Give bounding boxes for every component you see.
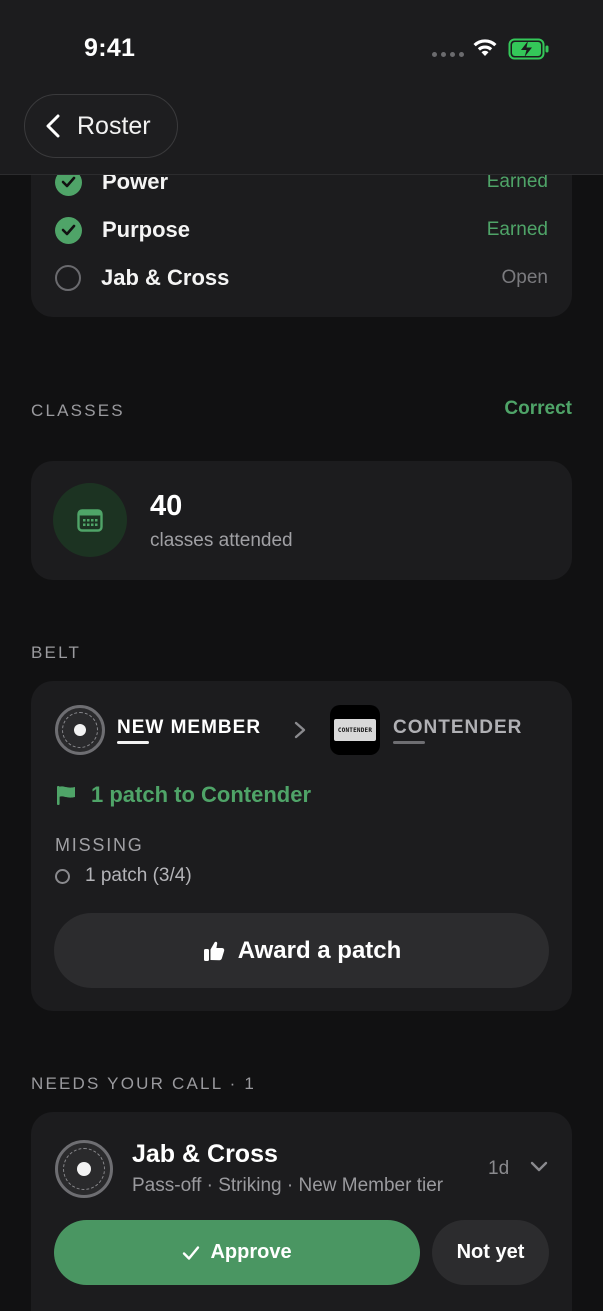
status-time: 9:41 [84, 34, 136, 62]
approve-label: Approve [210, 1241, 292, 1263]
progress-text: 1 patch to Contender [91, 782, 312, 807]
check-circle-icon [55, 216, 82, 244]
patch-row: Jab & Cross Open [55, 258, 548, 298]
request-title: Jab & Cross [132, 1140, 278, 1168]
battery-charging-icon [508, 38, 549, 60]
thumbs-up-icon [203, 941, 224, 961]
not-yet-label: Not yet [456, 1241, 525, 1263]
flag-icon [57, 786, 75, 805]
belt-section-label: BELT [31, 643, 82, 662]
classes-count: 40 [150, 490, 183, 522]
wifi-icon [473, 39, 497, 56]
empty-circle-icon [55, 868, 70, 884]
contender-badge-icon: CONTENDER [330, 705, 380, 755]
cellular-signal-icon [432, 52, 464, 57]
chevron-left-icon [46, 114, 60, 138]
classes-card: 40 classes attended [31, 461, 572, 580]
chevron-right-icon [294, 721, 306, 739]
chevron-down-icon[interactable] [529, 1160, 549, 1174]
new-member-badge-icon [55, 705, 105, 755]
request-subtitle: Pass-off · Striking · New Member tier [132, 1175, 444, 1196]
pending-request-card: Jab & Cross Pass-off · Striking · New Me… [31, 1112, 572, 1311]
new-member-badge-icon [55, 1140, 113, 1198]
belt-card: NEW MEMBER CONTENDER CONTENDER 1 patch t… [31, 681, 572, 1011]
award-patch-button[interactable]: Award a patch [54, 913, 549, 988]
classes-caption: classes attended [150, 530, 293, 551]
patch-status: Open [501, 267, 548, 288]
patch-name: Jab & Cross [101, 265, 230, 290]
missing-item: 1 patch (3/4) [55, 865, 192, 887]
missing-label: MISSING [55, 835, 144, 855]
top-bar: 9:41 Roster [0, 0, 603, 175]
correct-classes-link[interactable]: Correct [504, 398, 572, 420]
next-tier-underline [393, 741, 425, 744]
request-age: 1d [488, 1158, 510, 1179]
award-patch-label: Award a patch [237, 936, 402, 964]
missing-item-text: 1 patch (3/4) [85, 865, 192, 886]
needs-call-section-label: NEEDS YOUR CALL · 1 [31, 1074, 257, 1093]
belt-progress: 1 patch to Contender [55, 782, 311, 808]
calendar-icon [53, 483, 127, 557]
patch-row: Purpose Earned [55, 210, 548, 250]
patch-name: Purpose [102, 217, 191, 242]
back-label: Roster [77, 111, 151, 140]
empty-circle-icon [55, 265, 81, 291]
next-tier-name: CONTENDER [393, 717, 523, 738]
not-yet-button[interactable]: Not yet [432, 1220, 549, 1285]
approve-button[interactable]: Approve [54, 1220, 420, 1285]
patch-status: Earned [486, 219, 548, 240]
current-tier-underline [117, 741, 149, 744]
classes-section-label: CLASSES [31, 401, 125, 420]
current-tier-name: NEW MEMBER [117, 717, 262, 738]
back-button[interactable]: Roster [24, 94, 178, 158]
checkmark-icon [183, 1245, 200, 1260]
